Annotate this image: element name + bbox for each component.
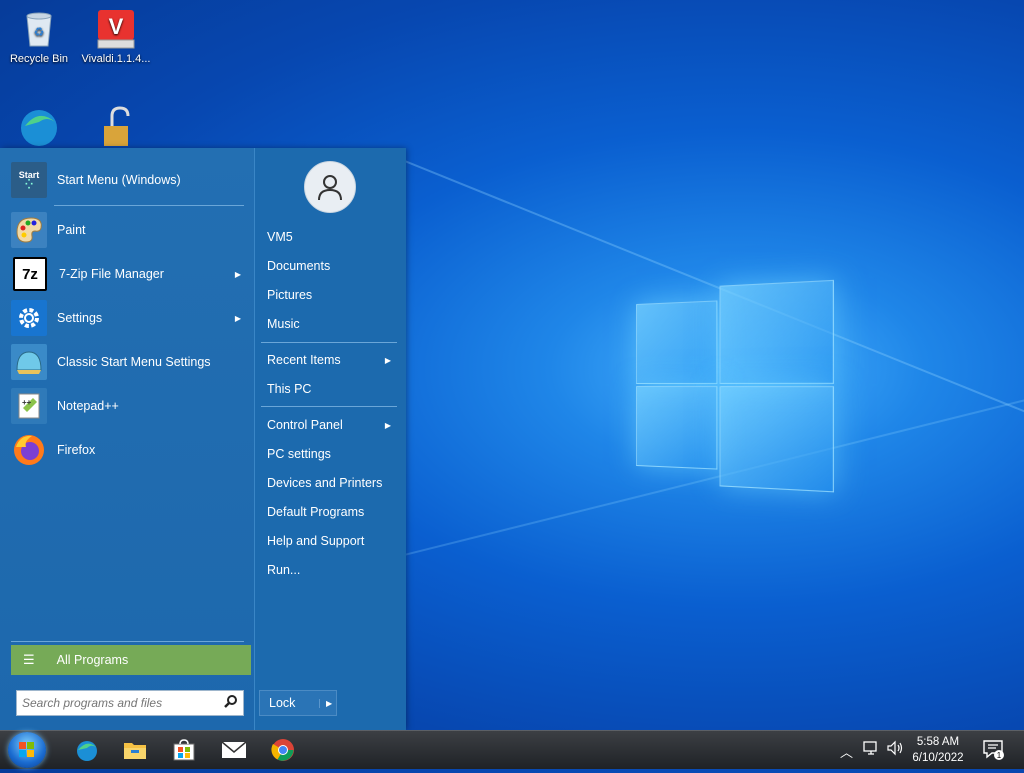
gear-icon xyxy=(11,300,47,336)
7zip-icon: 7z xyxy=(13,257,47,291)
all-programs-button[interactable]: ☰ All Programs xyxy=(11,645,251,675)
place-run[interactable]: Run... xyxy=(267,563,395,577)
clock-time: 5:58 AM xyxy=(916,736,960,748)
notification-count: 1 xyxy=(997,751,1002,760)
svg-text:♻: ♻ xyxy=(34,25,45,39)
user-icon xyxy=(318,175,342,201)
place-help-and-support[interactable]: Help and Support xyxy=(267,534,395,548)
show-hidden-icons-chevron-icon[interactable]: ︿ xyxy=(840,742,853,761)
desktop-icon-edge[interactable] xyxy=(3,104,75,151)
program-label: Paint xyxy=(57,223,86,237)
program-label: Notepad++ xyxy=(57,399,119,413)
all-programs-label: All Programs xyxy=(56,653,129,667)
program-label: Settings xyxy=(57,311,103,325)
program-label: Classic Start Menu Settings xyxy=(57,355,211,369)
program-label: Firefox xyxy=(57,443,96,457)
unlock-icon xyxy=(94,104,138,148)
start-menu-icon: Start ⁛ xyxy=(11,162,47,198)
start-menu-places-pane: VM5 Documents Pictures Music Recent Item… xyxy=(254,148,406,730)
place-documents[interactable]: Documents xyxy=(267,259,395,273)
place-user-folder[interactable]: VM5 xyxy=(267,230,395,244)
search-box[interactable] xyxy=(16,690,244,716)
network-icon[interactable] xyxy=(862,740,880,759)
edge-icon xyxy=(17,104,61,148)
lock-button[interactable]: Lock ▶ xyxy=(259,690,337,716)
place-devices-and-printers[interactable]: Devices and Printers xyxy=(267,476,395,490)
place-pictures[interactable]: Pictures xyxy=(267,288,395,302)
submenu-arrow-icon: ▶ xyxy=(384,421,391,430)
paint-palette-icon xyxy=(11,212,47,248)
divider xyxy=(261,342,397,343)
file-explorer-icon xyxy=(124,743,146,759)
place-this-pc[interactable]: This PC xyxy=(267,382,395,396)
windows-logo-wallpaper xyxy=(636,279,834,493)
search-icon[interactable] xyxy=(224,694,238,713)
place-label: Control Panel xyxy=(267,418,343,432)
divider xyxy=(54,205,244,206)
divider xyxy=(261,406,397,407)
desktop-icon-vivaldi[interactable]: V Vivaldi.1.1.4... xyxy=(80,6,152,65)
system-clock[interactable]: 5:58 AM 6/10/2022 xyxy=(906,734,970,766)
start-button[interactable] xyxy=(8,732,46,768)
vivaldi-installer-icon: V xyxy=(94,6,138,50)
desktop-icon-unlock-tool[interactable] xyxy=(80,104,152,151)
windows-flag-icon xyxy=(19,742,34,757)
svg-text:++: ++ xyxy=(22,398,32,407)
program-7zip[interactable]: 7z 7-Zip File Manager ▶ xyxy=(11,254,245,294)
place-default-programs[interactable]: Default Programs xyxy=(267,505,395,519)
clock-date: 6/10/2022 xyxy=(912,752,964,764)
place-recent-items[interactable]: Recent Items ▶ xyxy=(267,353,395,367)
program-classic-start-menu-settings[interactable]: Classic Start Menu Settings xyxy=(11,342,245,382)
divider xyxy=(11,641,244,642)
submenu-arrow-icon: ▶ xyxy=(234,313,241,323)
store-icon xyxy=(173,739,195,761)
chrome-icon xyxy=(271,739,294,761)
lock-options-arrow-icon[interactable]: ▶ xyxy=(319,698,332,708)
start-menu-programs-pane: Start ⁛ Start Menu (Windows) Paint 7z 7-Z… xyxy=(0,148,254,730)
place-pc-settings[interactable]: PC settings xyxy=(267,447,395,461)
user-avatar[interactable] xyxy=(304,161,356,213)
place-label: Recent Items xyxy=(267,353,341,367)
mail-icon xyxy=(221,741,247,758)
lock-label: Lock xyxy=(269,696,296,710)
action-center-button[interactable]: 1 xyxy=(982,738,1006,765)
desktop-icon-label: Recycle Bin xyxy=(9,53,69,65)
notification-icon: 1 xyxy=(983,740,1004,760)
firefox-icon xyxy=(11,432,47,468)
search-input[interactable] xyxy=(17,692,220,714)
taskbar: ︿ 5:58 AM 6/10/2022 1 xyxy=(0,730,1024,769)
program-label: 7-Zip File Manager xyxy=(59,267,164,281)
volume-icon[interactable] xyxy=(886,740,904,759)
recycle-bin-icon: ♻ xyxy=(17,6,61,50)
shell-icon xyxy=(11,344,47,380)
desktop-icon-label: Vivaldi.1.1.4... xyxy=(81,53,151,65)
program-label: Start Menu (Windows) xyxy=(57,173,181,187)
program-settings[interactable]: Settings ▶ xyxy=(11,298,245,338)
taskbar-file-explorer[interactable] xyxy=(117,735,153,765)
taskbar-chrome[interactable] xyxy=(265,735,301,765)
program-start-menu-windows[interactable]: Start ⁛ Start Menu (Windows) xyxy=(11,160,245,200)
place-control-panel[interactable]: Control Panel ▶ xyxy=(267,418,395,432)
svg-text:V: V xyxy=(109,14,124,39)
desktop-icon-recycle-bin[interactable]: ♻ Recycle Bin xyxy=(3,6,75,65)
submenu-arrow-icon: ▶ xyxy=(384,356,391,365)
edge-icon xyxy=(77,741,97,761)
taskbar-mail[interactable] xyxy=(216,735,252,765)
program-paint[interactable]: Paint xyxy=(11,210,245,250)
taskbar-store[interactable] xyxy=(166,735,202,765)
program-notepad-plus-plus[interactable]: ++ Notepad++ xyxy=(11,386,245,426)
taskbar-edge[interactable] xyxy=(69,735,105,765)
place-music[interactable]: Music xyxy=(267,317,395,331)
list-icon: ☰ xyxy=(23,652,35,667)
notepad-icon: ++ xyxy=(11,388,47,424)
program-firefox[interactable]: Firefox xyxy=(11,430,245,470)
submenu-arrow-icon: ▶ xyxy=(234,269,241,279)
start-menu: Start ⁛ Start Menu (Windows) Paint 7z 7-Z… xyxy=(0,148,406,730)
